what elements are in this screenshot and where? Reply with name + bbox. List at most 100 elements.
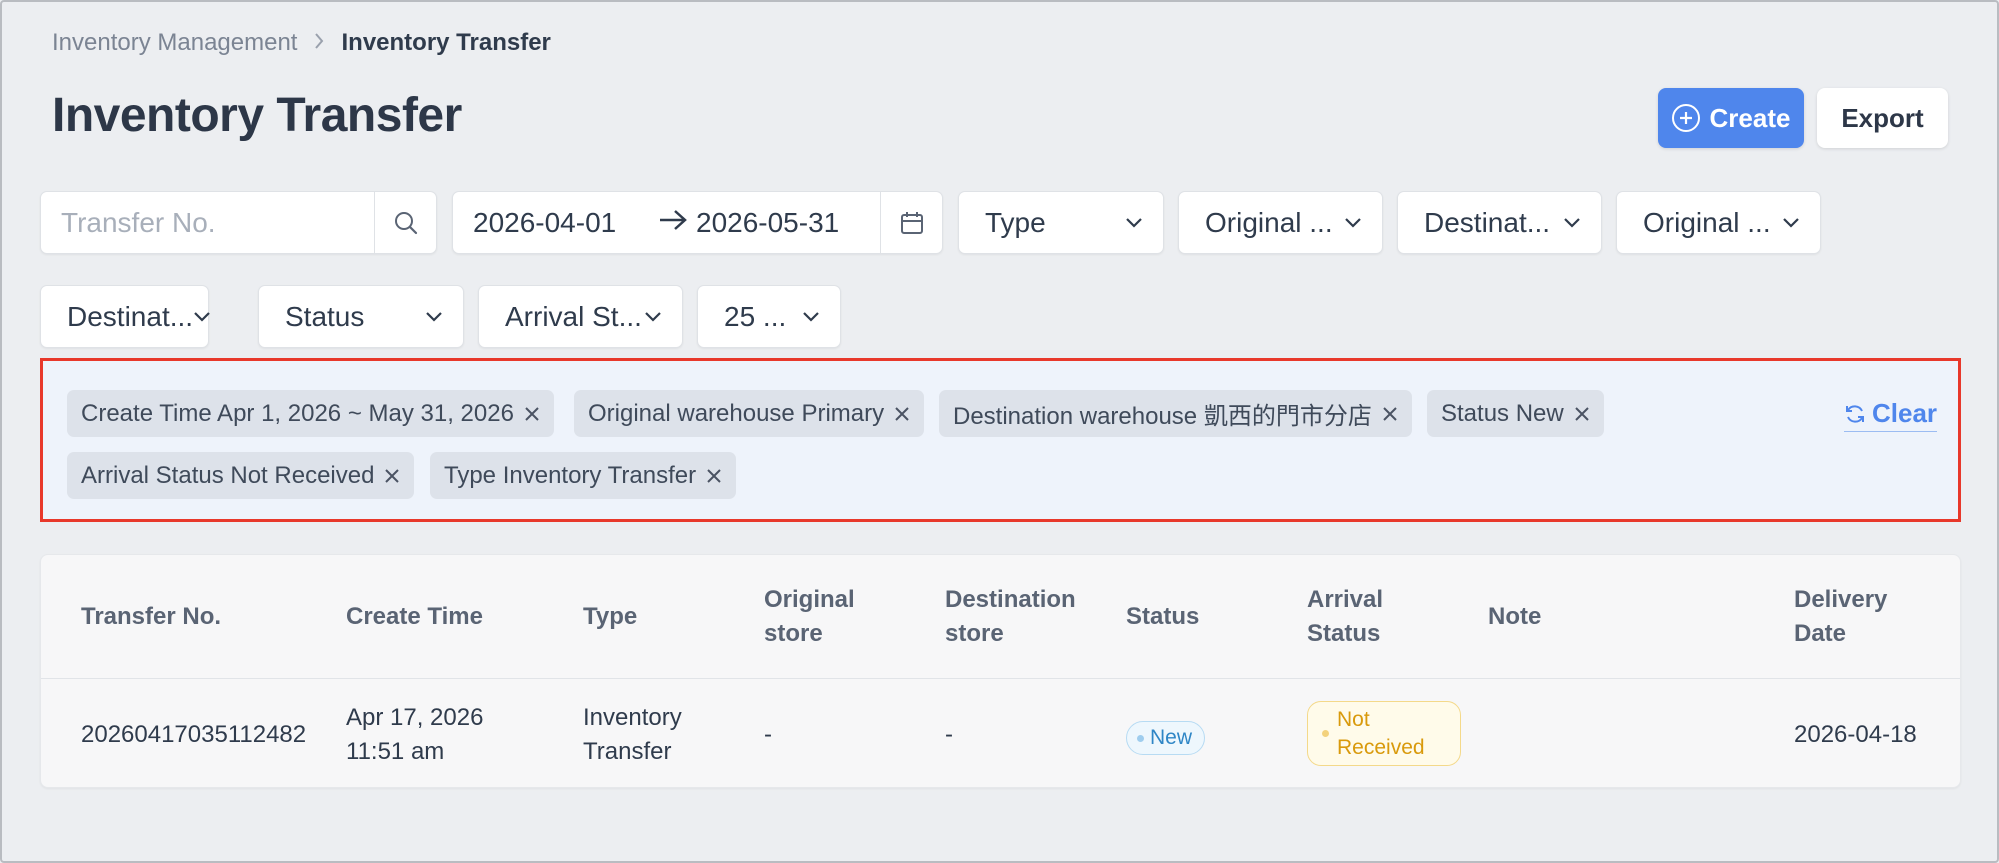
chevron-down-icon <box>644 308 662 326</box>
create-button[interactable]: Create <box>1658 88 1804 148</box>
col-transfer-no[interactable]: Transfer No. <box>81 600 221 634</box>
col-arrival-status-line2: Status <box>1307 620 1381 647</box>
table-header: Transfer No. Create Time Type Original s… <box>41 555 1960 679</box>
close-icon[interactable] <box>1380 404 1400 424</box>
dropdown-label: Original ... <box>1205 206 1333 238</box>
filter-tag-create-time: Create Time Apr 1, 2026 ~ May 31, 2026 <box>67 390 554 437</box>
close-icon[interactable] <box>382 466 402 486</box>
dropdown-label: Destinat... <box>67 300 194 332</box>
dropdown-label: 25 ... <box>724 300 787 332</box>
col-original-store-line2: store <box>764 620 823 647</box>
chevron-down-icon <box>1563 214 1581 232</box>
calendar-button[interactable] <box>880 192 942 253</box>
cell-destination-store: - <box>945 721 953 748</box>
col-create-time[interactable]: Create Time <box>346 600 483 634</box>
page-title: Inventory Transfer <box>52 89 462 142</box>
arrival-status-dropdown[interactable]: Arrival St... <box>478 285 683 348</box>
breadcrumb-parent-link[interactable]: Inventory Management <box>52 29 297 57</box>
original-warehouse-dropdown[interactable]: Original ... <box>1178 191 1383 254</box>
date-start[interactable]: 2026-04-01 <box>453 207 658 239</box>
chevron-down-icon <box>802 308 820 326</box>
col-arrival-status[interactable]: Arrival Status <box>1307 583 1383 651</box>
dropdown-label: Destinat... <box>1424 206 1551 238</box>
status-badge-label: New <box>1150 726 1193 749</box>
col-delivery-date[interactable]: Delivery Date <box>1794 583 1887 651</box>
close-icon[interactable] <box>892 404 912 424</box>
page-size-dropdown[interactable]: 25 ... <box>697 285 841 348</box>
calendar-icon <box>900 211 923 234</box>
dropdown-label: Arrival St... <box>505 300 642 332</box>
cell-create-clock: 11:51 am <box>346 738 445 765</box>
type-dropdown[interactable]: Type <box>958 191 1164 254</box>
export-button[interactable]: Export <box>1817 88 1948 148</box>
filter-tag-label: Original warehouse Primary <box>588 399 885 427</box>
filter-tag-status: Status New <box>1427 390 1604 437</box>
filter-tag-label: Arrival Status Not Received <box>81 461 375 489</box>
cell-transfer-no[interactable]: 20260417035112482 <box>81 718 306 752</box>
close-icon[interactable] <box>1572 404 1592 424</box>
col-type[interactable]: Type <box>583 600 637 634</box>
search-button[interactable] <box>374 192 436 253</box>
col-status[interactable]: Status <box>1126 600 1199 634</box>
arrival-status-label: Not Received <box>1337 706 1425 762</box>
col-destination-store-line2: store <box>945 620 1004 647</box>
cell-type-line1: Inventory <box>583 704 682 731</box>
col-note[interactable]: Note <box>1488 600 1541 634</box>
destination-warehouse-dropdown[interactable]: Destinat... <box>1397 191 1602 254</box>
original-store-dropdown[interactable]: Original ... <box>1616 191 1821 254</box>
close-icon[interactable] <box>522 404 542 424</box>
breadcrumb-current: Inventory Transfer <box>341 29 551 56</box>
chevron-right-icon <box>313 30 325 56</box>
arrival-status-dot <box>1322 730 1329 737</box>
clear-filters-link[interactable]: Clear <box>1844 398 1938 432</box>
col-arrival-status-line1: Arrival <box>1307 586 1384 613</box>
filter-tag-label: Status New <box>1441 399 1564 427</box>
cell-create-time: Apr 17, 2026 11:51 am <box>346 701 483 769</box>
search-icon <box>394 211 417 234</box>
chevron-down-icon <box>1125 214 1143 232</box>
filter-tag-label: Type Inventory Transfer <box>444 461 697 489</box>
cell-type-line2: Transfer <box>583 738 672 765</box>
status-badge: New <box>1126 721 1206 755</box>
chevron-down-icon <box>193 308 211 326</box>
plus-circle-icon <box>1671 104 1700 132</box>
chevron-down-icon <box>1344 214 1362 232</box>
chevron-down-icon <box>1782 214 1800 232</box>
cell-create-date: Apr 17, 2026 <box>346 704 484 731</box>
col-destination-store[interactable]: Destination store <box>945 583 1076 651</box>
filter-tag-label: Destination warehouse 凱西的門市分店 <box>953 403 1372 430</box>
dropdown-label: Status <box>285 300 365 332</box>
filter-tag-type: Type Inventory Transfer <box>430 452 737 499</box>
close-icon[interactable] <box>704 466 724 486</box>
cell-delivery-date: 2026-04-18 <box>1794 721 1917 748</box>
col-delivery-date-line2: Date <box>1794 620 1847 647</box>
cell-type: Inventory Transfer <box>583 701 682 769</box>
col-destination-store-line1: Destination <box>945 586 1076 613</box>
cell-original-store: - <box>764 721 772 748</box>
create-button-label: Create <box>1709 102 1791 133</box>
filter-tag-destination-warehouse: Destination warehouse 凱西的門市分店 <box>939 390 1412 437</box>
status-dot <box>1137 734 1144 742</box>
status-dropdown[interactable]: Status <box>258 285 464 348</box>
date-range-picker[interactable]: 2026-04-01 2026-05-31 <box>452 191 943 254</box>
filter-tag-original-warehouse: Original warehouse Primary <box>574 390 925 437</box>
dropdown-label: Type <box>985 206 1046 238</box>
transfer-no-search[interactable]: Transfer No. <box>40 191 437 254</box>
dropdown-label: Original ... <box>1643 206 1771 238</box>
clear-label: Clear <box>1872 398 1938 428</box>
col-original-store-line1: Original <box>764 586 855 613</box>
destination-store-dropdown[interactable]: Destinat... <box>40 285 211 348</box>
refresh-icon <box>1846 404 1864 423</box>
filter-tag-arrival-status: Arrival Status Not Received <box>67 452 415 499</box>
transfer-table: Transfer No. Create Time Type Original s… <box>40 554 1961 788</box>
col-delivery-date-line1: Delivery <box>1794 586 1888 613</box>
search-input[interactable]: Transfer No. <box>41 207 374 239</box>
arrival-status-badge: Not Received <box>1307 701 1461 766</box>
arrow-right-icon <box>658 206 696 240</box>
col-original-store[interactable]: Original store <box>764 583 855 651</box>
date-end[interactable]: 2026-05-31 <box>696 207 880 239</box>
filter-tag-label: Create Time Apr 1, 2026 ~ May 31, 2026 <box>81 399 514 427</box>
chevron-down-icon <box>425 308 443 326</box>
arrival-status-line1: Not <box>1337 707 1370 731</box>
arrival-status-line2: Received <box>1337 735 1425 759</box>
